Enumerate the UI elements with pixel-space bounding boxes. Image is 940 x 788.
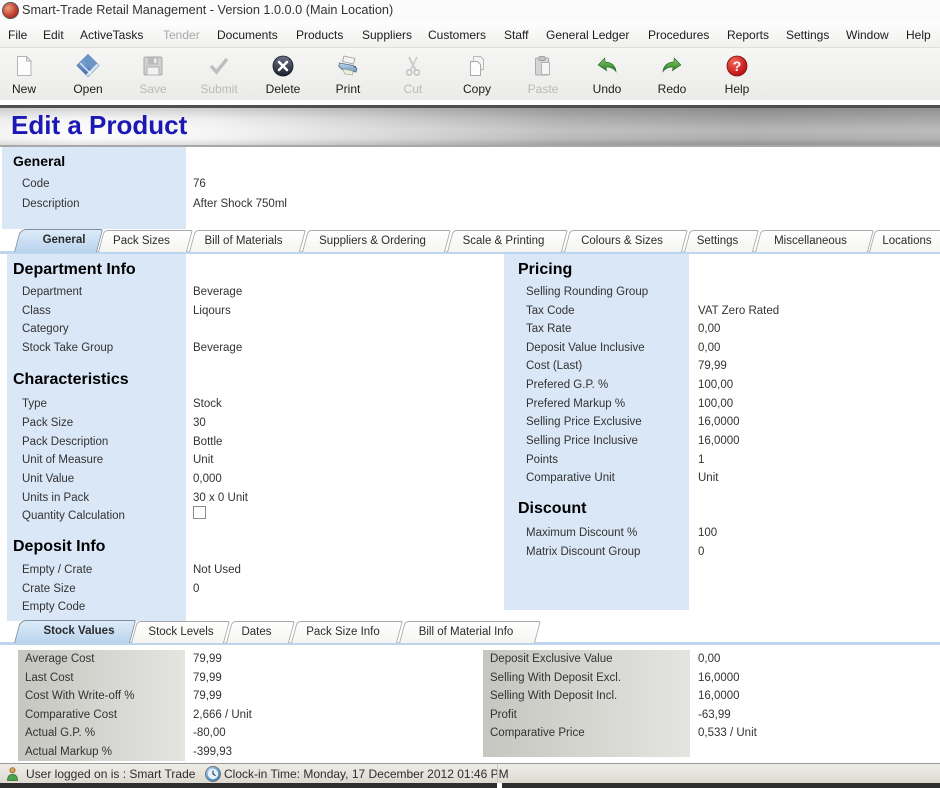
- svg-text:?: ?: [733, 58, 742, 74]
